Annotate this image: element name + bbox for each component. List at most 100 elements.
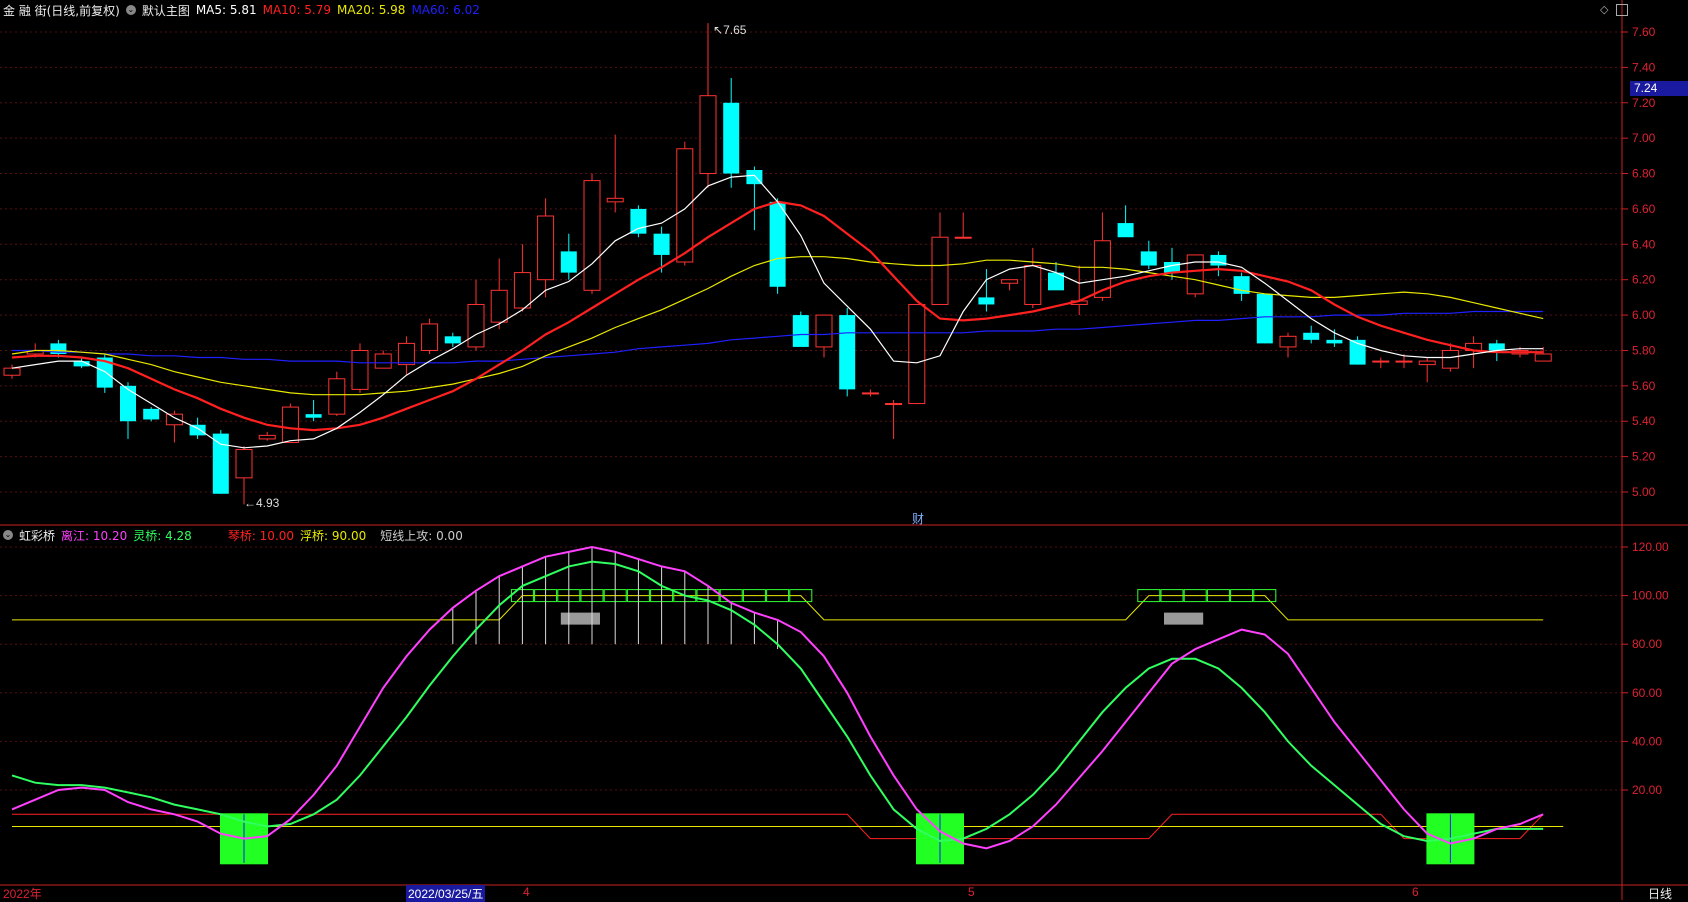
high-price-text: 7.65 [723,23,747,37]
candle-body [1048,272,1064,291]
fuqiao-bridge-box [580,589,604,603]
main-grid [0,31,1622,493]
fuqiao-line [12,595,1544,621]
candle-body [1372,360,1390,363]
candle-body [1070,300,1088,305]
toolbar-square-icon[interactable] [1616,4,1628,16]
main-indicator-name[interactable]: 默认主图 [142,2,190,19]
indicator-tick-label: 80.00 [1632,637,1662,651]
candle-body [189,424,206,436]
circle-chevron-icon[interactable]: ⌄ [125,5,136,15]
candle-body [235,449,253,479]
price-tick-label: 6.60 [1632,202,1656,216]
candle-body [1534,353,1552,362]
candle-body [769,201,786,287]
candle-body [1140,251,1157,266]
candle-body [143,408,160,420]
financial-report-marker[interactable]: 财 [912,510,924,527]
date-label-year: 2022年 [3,887,42,901]
candle-body [792,315,809,347]
candle-body [861,392,879,395]
price-tick-label: 6.80 [1632,167,1656,181]
fuqiao-bridge-box [1137,589,1161,603]
main-chart-header: 金 融 街(日线,前复权) ⌄ 默认主图 MA5: 5.81 MA10: 5.7… [0,0,486,20]
candle-body [1441,349,1459,369]
candle-body [1024,265,1042,305]
price-tick-label: 6.40 [1632,237,1656,251]
ma5-line [11,174,1544,449]
candle-body [1488,343,1505,351]
candle-body [1418,360,1436,366]
indicator-tick-label: 20.00 [1632,783,1662,797]
candle-body [1349,339,1366,365]
candle-body [653,233,670,255]
candle-body [120,385,136,422]
candle-body [397,342,415,366]
candle-body [676,148,694,263]
date-label-month4: 4 [523,885,530,899]
ma10-line [11,200,1544,432]
lingqiao-value: 灵桥: 4.28 [133,528,192,543]
candle-body [723,102,740,174]
candle-body [1233,276,1250,294]
price-tick-label: 6.20 [1632,273,1656,287]
candle-body [1465,342,1483,351]
candle-body [212,433,229,494]
candle-body [931,236,949,305]
top-cap-block [1164,612,1204,625]
candle-body [699,95,717,175]
current-price-label: 7.24 [1634,81,1658,95]
fuqiao-bridge-box [626,589,650,603]
indicator-tick-label: 40.00 [1632,734,1662,748]
candle-body [490,289,508,323]
lingqiao-line [11,560,1544,843]
ma10-value: MA10: 5.79 [262,3,332,17]
candle-body [3,367,21,376]
period-button[interactable]: 日线 [1648,885,1672,902]
qinqiao-value: 琴桥: 10.00 [227,528,295,543]
sub-indicator-name[interactable]: 虹彩桥 [19,527,55,544]
candle-body [954,236,972,239]
stock-chart[interactable]: 7.60 7.40 7.20 7.00 6.80 6.60 6.40 6.20 6.00 5.80… [0,0,1688,900]
price-tick-label: 7.20 [1632,96,1656,110]
candle-body [1279,335,1297,348]
candle-body [746,170,763,185]
candle-body [26,349,44,355]
ma20-line [11,256,1544,396]
candle-body [630,208,647,234]
candle-body [1511,349,1529,355]
low-price-text: 4.93 [256,496,280,510]
ma5-value: MA5: 5.81 [195,3,257,17]
candle-body [351,349,369,390]
price-tick-label: 5.20 [1632,450,1656,464]
fuqiao-bridge-box [603,589,627,603]
candle-body [1256,293,1273,344]
stock-title[interactable]: 金 融 街(日线,前复权) [3,2,120,19]
fuqiao-bridge-box [534,589,558,603]
candle-body [328,378,346,415]
indicator-tick-label: 100.00 [1632,589,1669,603]
candle-body [1395,360,1413,363]
candle-body [467,303,485,348]
price-tick-label: 7.00 [1632,131,1656,145]
sub-grid [0,546,1622,791]
candle-body [1210,254,1227,266]
candle-body [1303,332,1320,340]
current-price-tag: 7.24 [1630,81,1688,96]
price-tick-label: 6.00 [1632,308,1656,322]
toolbar-diamond-icon[interactable]: ◇ [1600,3,1608,16]
candle-body [839,315,856,390]
date-cursor-label: 2022/03/25/五 [406,885,486,902]
moving-average-lines [11,174,1544,449]
candle-body [513,272,531,309]
circle-chevron-icon[interactable]: ⌄ [3,530,13,540]
fuqiao-bridge-box [696,589,720,603]
indicator-tick-label: 120.00 [1632,540,1669,554]
chart-frame [0,0,1688,900]
candle-body [421,323,439,351]
candle-body [281,406,299,443]
fuqiao-bridge-box [1160,589,1184,603]
candle-body [560,251,577,273]
date-label-month6: 6 [1412,885,1419,899]
ma60-value: MA60: 6.02 [411,3,480,17]
